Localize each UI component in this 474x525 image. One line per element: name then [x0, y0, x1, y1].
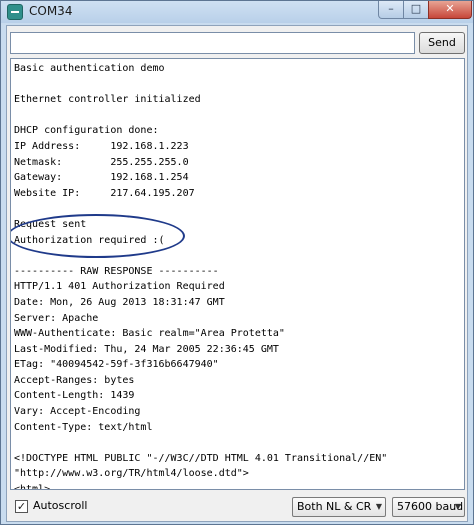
- serial-monitor-client: Send Basic authentication demo Ethernet c…: [6, 25, 468, 522]
- output-line: Accept-Ranges: bytes: [14, 374, 135, 386]
- output-line: Last-Modified: Thu, 24 Mar 2005 22:36:45…: [14, 343, 279, 355]
- baud-rate-select[interactable]: 57600 baud ▼: [392, 497, 465, 517]
- output-line: Server: Apache: [14, 312, 99, 324]
- output-line: DHCP configuration done:: [14, 125, 159, 137]
- output-line: Content-Length: 1439: [14, 390, 135, 402]
- autoscroll-checkbox[interactable]: ✓: [15, 500, 28, 513]
- output-line: ---------- RAW RESPONSE ----------: [14, 265, 219, 277]
- close-button[interactable]: ✕: [428, 1, 472, 19]
- chevron-down-icon: ▼: [454, 502, 461, 511]
- output-line: Gateway: 192.168.1.254: [14, 172, 189, 184]
- serial-output-text: Basic authentication demo Ethernet contro…: [14, 61, 454, 490]
- output-line: IP Address: 192.168.1.223: [14, 140, 189, 152]
- output-line: Ethernet controller initialized: [14, 94, 201, 106]
- window-title: COM34: [29, 4, 73, 18]
- output-line: HTTP/1.1 401 Authorization Required: [14, 281, 225, 293]
- output-line: Content-Type: text/html: [14, 421, 153, 433]
- output-line: Request sent: [14, 218, 87, 230]
- serial-output[interactable]: Basic authentication demo Ethernet contro…: [10, 58, 465, 490]
- output-line: <html>: [14, 484, 51, 490]
- chevron-down-icon: ▼: [375, 502, 382, 511]
- output-line: Authorization required :(: [14, 234, 165, 246]
- bottom-bar: ✓ Autoscroll Both NL & CR ▼ 57600 baud ▼: [7, 494, 467, 521]
- output-line: Basic authentication demo: [14, 63, 165, 74]
- output-line: Date: Mon, 26 Aug 2013 18:31:47 GMT: [14, 296, 225, 308]
- title-bar[interactable]: COM34 – □ ✕: [1, 1, 473, 23]
- line-ending-value: Both NL & CR: [297, 500, 372, 513]
- output-line: ETag: "40094542-59f-3f316b6647940": [14, 359, 219, 371]
- output-line: WWW-Authenticate: Basic realm="Area Prot…: [14, 328, 285, 340]
- line-ending-select[interactable]: Both NL & CR ▼: [292, 497, 386, 517]
- output-line: "http://www.w3.org/TR/html4/loose.dtd">: [14, 468, 249, 480]
- output-line: Netmask: 255.255.255.0: [14, 156, 189, 168]
- minimize-button[interactable]: –: [378, 1, 404, 19]
- autoscroll-label: Autoscroll: [33, 499, 88, 512]
- maximize-button[interactable]: □: [403, 1, 429, 19]
- output-line: <!DOCTYPE HTML PUBLIC "-//W3C//DTD HTML …: [14, 452, 388, 464]
- output-line: Vary: Accept-Encoding: [14, 406, 141, 418]
- serial-monitor-window: COM34 – □ ✕ Send Basic authentication de…: [0, 0, 474, 525]
- send-input[interactable]: [10, 32, 415, 54]
- send-button[interactable]: Send: [419, 32, 465, 54]
- output-line: Website IP: 217.64.195.207: [14, 187, 195, 199]
- baud-rate-value: 57600 baud: [397, 500, 464, 513]
- app-icon: [7, 4, 23, 20]
